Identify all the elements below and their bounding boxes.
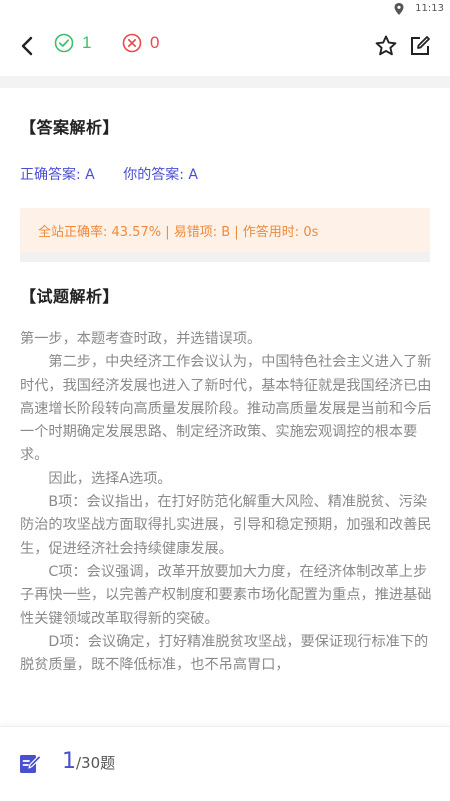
- correct-answer: 正确答案: A: [20, 167, 95, 183]
- edit-note-icon[interactable]: [408, 34, 432, 58]
- current-question-number: 1: [62, 749, 76, 774]
- answer-analysis-title: 【答案解析】: [20, 118, 120, 137]
- star-icon[interactable]: [374, 34, 398, 58]
- status-time: 11:13: [415, 3, 444, 14]
- wrong-counter: 0: [122, 33, 159, 53]
- bottom-bar: 1/30题: [0, 726, 450, 801]
- header: 1 0: [0, 18, 450, 76]
- location-icon: [394, 3, 404, 15]
- answer-sheet-icon[interactable]: [18, 751, 42, 775]
- analysis-paragraph: 第一步，本题考查时政，并选错误项。: [20, 331, 262, 347]
- analysis-paragraph: B项：会议指出，在打好防范化解重大风险、精准脱贫、污染防治的攻坚战方面取得扎实进…: [20, 494, 432, 557]
- status-bar: 11:13: [0, 0, 450, 18]
- analysis-paragraph: C项：会议强调，改革开放要加大力度，在经济体制改革上步子再快一些，以完善产权制度…: [20, 563, 432, 627]
- answer-line: 正确答案: A 你的答案: A: [20, 164, 222, 184]
- correct-count: 1: [82, 33, 92, 52]
- analysis-paragraph: D项：会议确定，打好精准脱贫攻坚战，要保证现行标准下的脱贫质量，既不降低标准，也…: [20, 633, 429, 674]
- x-circle-icon: [122, 33, 142, 53]
- header-divider: [0, 76, 450, 88]
- section-divider: [20, 252, 430, 262]
- analysis-paragraph: 第二步，中央经济工作会议认为，中国特色社会主义进入了新时代，我国经济发展也进入了…: [20, 354, 432, 464]
- question-analysis-body: 第一步，本题考查时政，并选错误项。 第二步，中央经济工作会议认为，中国特色社会主…: [20, 328, 432, 677]
- wrong-count: 0: [150, 33, 160, 52]
- total-questions: /30题: [76, 754, 116, 772]
- check-circle-icon: [54, 33, 74, 53]
- stats-box: 全站正确率: 43.57% | 易错项: B | 作答用时: 0s: [20, 208, 430, 252]
- question-analysis-title: 【试题解析】: [20, 287, 120, 306]
- page-indicator[interactable]: 1/30题: [62, 749, 115, 774]
- back-arrow-icon[interactable]: [16, 34, 38, 58]
- correct-counter: 1: [54, 33, 91, 53]
- analysis-paragraph: 因此，选择A选项。: [48, 470, 172, 487]
- your-answer: 你的答案: A: [123, 167, 198, 183]
